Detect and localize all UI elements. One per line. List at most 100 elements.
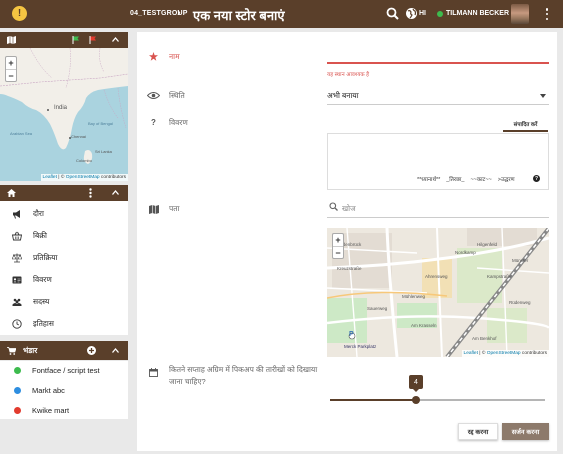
store-item[interactable]: Kwike mart — [0, 401, 128, 420]
map-label: Hilgenfeld — [477, 242, 498, 247]
id-card-icon — [12, 276, 22, 284]
store-status-dot — [14, 367, 21, 374]
store-status-dot — [14, 387, 21, 394]
online-status-icon — [437, 11, 443, 17]
map-label: Rüdenweg — [509, 300, 531, 305]
status-underline — [327, 104, 549, 105]
search-icon[interactable] — [386, 7, 399, 22]
markdown-hint-bold: **ध्यानार्थ** — [417, 177, 441, 183]
language-selector[interactable]: HI — [419, 10, 426, 17]
weeks-slider-value: 4 — [409, 375, 423, 392]
avatar[interactable] — [511, 4, 529, 24]
store-item[interactable]: Markt abc — [0, 381, 128, 400]
top-bar: ! 04_TESTGROUP › एक नया स्टोर बनाएं HI T… — [0, 0, 563, 28]
sidebar-item-feedback[interactable]: प्रतिक्रिया — [0, 247, 128, 269]
name-input[interactable] — [327, 46, 549, 62]
cart-icon — [7, 347, 16, 355]
sidebar-item-label: प्रतिक्रिया — [33, 253, 58, 262]
store-item[interactable]: Fontface / script test — [0, 361, 128, 380]
chevron-up-icon[interactable] — [112, 37, 119, 42]
sidebar-item-history[interactable]: इतिहास — [0, 313, 128, 335]
zoom-in-button[interactable]: + — [6, 57, 16, 69]
osm-link[interactable]: OpenStreetMap — [66, 175, 100, 180]
zoom-in-button[interactable]: + — [333, 234, 343, 246]
map-label: Chennai — [71, 134, 86, 139]
sidebar-item-label: दौरा — [33, 209, 44, 218]
map-zoom-controls: + − — [5, 56, 17, 82]
pin-filter-icon[interactable] — [89, 36, 97, 44]
create-button[interactable]: सर्जन करना — [502, 423, 549, 440]
basket-icon — [12, 231, 22, 241]
sidebar-item-label: बिक्री — [33, 231, 47, 240]
status-select[interactable] — [327, 87, 549, 104]
map-label: Sauerweg — [367, 306, 388, 311]
store-name: Fontface / script test — [32, 366, 100, 375]
sidebar-item-label: विवरण — [33, 275, 52, 284]
add-store-icon[interactable] — [87, 346, 96, 355]
sidebar-item-label: सदस्य — [33, 297, 50, 306]
address-map[interactable]: Kreuzstraße Nordkamp Hilgenfeld Mühlenwe… — [327, 228, 549, 357]
breadcrumb-separator: › — [177, 7, 181, 19]
leaflet-link[interactable]: Leaflet — [43, 175, 57, 180]
sidebar-item-sales[interactable]: बिक्री — [0, 225, 128, 247]
store-form: नाम यह स्थान आवश्यक है स्थिति अभी बनाया … — [137, 32, 557, 451]
kebab-menu-icon[interactable] — [545, 8, 549, 20]
store-name: Markt abc — [32, 386, 65, 395]
markdown-help-icon[interactable]: ? — [533, 175, 540, 182]
sidebar-nav: दौरा बिक्री प्रतिक्रिया विवरण सदस्य इतिह… — [0, 201, 128, 335]
sidebar-item-members[interactable]: सदस्य — [0, 291, 128, 313]
user-name[interactable]: TILMANN BECKER — [446, 10, 509, 17]
store-name: Kwike mart — [32, 406, 70, 415]
eye-icon — [147, 92, 160, 99]
map-label: India — [54, 105, 68, 111]
zoom-out-button[interactable]: − — [6, 69, 16, 81]
flag-filter-icon[interactable] — [72, 36, 80, 44]
status-value: अभी बनाया — [327, 91, 359, 100]
map-label: Münster — [512, 258, 529, 263]
chevron-up-icon[interactable] — [112, 190, 119, 195]
sidebar-item-tour[interactable]: दौरा — [0, 203, 128, 225]
address-label: पता — [169, 204, 180, 213]
kebab-menu-icon[interactable] — [89, 188, 92, 198]
cancel-button[interactable]: रद्द करना — [458, 423, 498, 440]
map-label: Colombo — [76, 158, 93, 163]
weeks-label: कितने सप्ताह अग्रिम में पिकअप की तारीखों… — [169, 365, 318, 386]
calendar-icon — [149, 368, 158, 377]
map-label: Bay of Bengal — [88, 121, 113, 126]
stores-panel-header: भंडार — [0, 341, 128, 360]
chevron-up-icon[interactable] — [112, 348, 119, 353]
map-icon — [7, 36, 16, 44]
map-label: Merck Parkplatz — [344, 344, 377, 349]
tab-edit-indicator — [503, 130, 548, 132]
map-label: Kampstraße — [487, 274, 512, 279]
map-label: Am Krasseln — [411, 323, 437, 328]
clock-icon — [12, 319, 22, 329]
question-icon: ? — [151, 118, 156, 127]
map-label: Kreuzstraße — [337, 266, 362, 271]
home-icon[interactable] — [7, 189, 16, 197]
osm-link[interactable]: OpenStreetMap — [487, 351, 521, 356]
search-icon — [329, 202, 338, 213]
map-label: Ahrensweg — [425, 274, 448, 279]
app-logo-icon[interactable]: ! — [12, 6, 27, 21]
nav-panel-header — [0, 185, 128, 201]
leaflet-link[interactable]: Leaflet — [464, 351, 478, 356]
map-icon — [149, 205, 159, 214]
address-search-input[interactable]: खोज — [342, 204, 356, 214]
parking-icon: P — [349, 331, 354, 338]
map-label: Am Benkhof — [472, 336, 497, 341]
page-title: एक नया स्टोर बनाएं — [193, 8, 285, 23]
globe-icon[interactable] — [405, 7, 418, 22]
tab-edit[interactable]: संपादित करें — [503, 120, 548, 128]
zoom-out-button[interactable]: − — [333, 246, 343, 258]
overview-map[interactable]: India Chennai Colombo Sri Lanka Bay of B… — [0, 48, 128, 181]
balance-scale-icon — [12, 253, 22, 263]
chevron-down-icon[interactable] — [540, 94, 546, 98]
weeks-slider[interactable] — [330, 399, 545, 401]
sidebar-item-details[interactable]: विवरण — [0, 269, 128, 291]
users-icon — [12, 298, 22, 306]
map-zoom-controls: + − — [332, 233, 344, 259]
markdown-hint-quote: >उद्धरण — [497, 177, 515, 183]
stores-list: Fontface / script test Markt abc Kwike m… — [0, 361, 128, 419]
weeks-slider-handle[interactable] — [412, 396, 420, 404]
